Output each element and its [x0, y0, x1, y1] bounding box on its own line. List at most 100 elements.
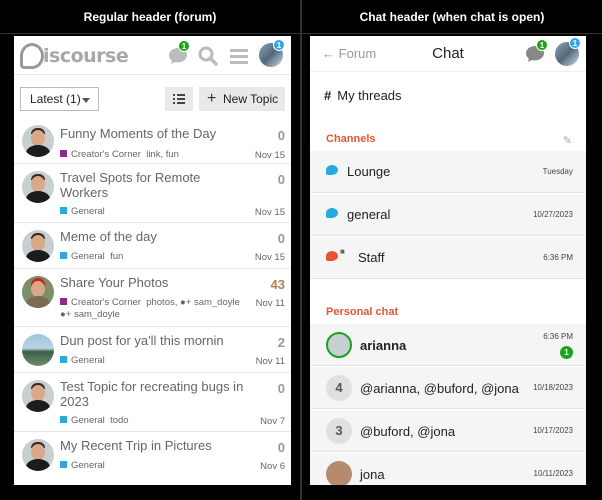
bulk-select-button[interactable]	[165, 87, 193, 111]
topic-tags[interactable]: todo	[110, 415, 129, 426]
topic-category[interactable]: General	[71, 251, 105, 262]
topic-meta: Creator's Corner photos, ●+ sam_doyle ●+…	[60, 297, 240, 321]
group-icon: ●+	[180, 297, 192, 308]
chat-panel: ← Forum Chat 1 1 # My threads Channels ✎ …	[310, 36, 586, 485]
dm-name: @arianna, @buford, @jona	[360, 381, 519, 396]
topic-list: Funny Moments of the Day 0 Creator's Cor…	[14, 118, 291, 482]
channel-date: 6:36 PM	[543, 253, 573, 262]
category-square-icon	[60, 461, 67, 468]
topic-tags[interactable]: link, fun	[146, 149, 179, 160]
topic-date: Nov 11	[255, 356, 285, 367]
list-icon	[173, 94, 185, 104]
topic-reply-count: 0	[277, 172, 285, 187]
channel-name: general	[347, 207, 391, 222]
category-square-icon	[60, 416, 67, 423]
category-square-icon	[60, 252, 67, 259]
topic-avatar[interactable]	[22, 125, 54, 157]
topic-tags[interactable]: fun	[110, 251, 123, 262]
latest-label: Latest (1)	[30, 92, 81, 106]
channel-row[interactable]: Lounge Tuesday	[310, 151, 586, 193]
topic-category[interactable]: General	[71, 206, 105, 217]
dm-unread-badge: 1	[560, 346, 573, 359]
topic-row[interactable]: Funny Moments of the Day 0 Creator's Cor…	[14, 118, 291, 164]
topic-avatar[interactable]	[22, 276, 54, 308]
dm-row[interactable]: jona 10/11/2023	[310, 453, 586, 485]
group-count-icon: 3	[326, 418, 352, 444]
dm-row[interactable]: arianna 6:36 PM 1	[310, 324, 586, 366]
lock-icon: ■	[340, 247, 345, 256]
topic-reply-count: 2	[277, 335, 285, 350]
topic-reply-count: 0	[277, 231, 285, 246]
topic-title[interactable]: Funny Moments of the Day	[60, 126, 250, 141]
topic-title[interactable]: My Recent Trip in Pictures	[60, 438, 250, 453]
channel-name: Staff	[358, 250, 385, 265]
channel-row[interactable]: ■ Staff 6:36 PM	[310, 237, 586, 279]
topic-row[interactable]: Share Your Photos 43 Creator's Corner ph…	[14, 269, 291, 327]
topic-category[interactable]: General	[71, 355, 105, 366]
channel-name: Lounge	[347, 164, 391, 179]
topic-avatar[interactable]	[22, 380, 54, 412]
threads-icon: #	[324, 88, 332, 103]
topic-row[interactable]: Dun post for ya'll this mornin 2 General…	[14, 327, 291, 373]
topic-row[interactable]: Travel Spots for Remote Workers 0 Genera…	[14, 164, 291, 223]
topic-participant[interactable]: sam_doyle	[74, 309, 120, 320]
topic-row[interactable]: My Recent Trip in Pictures 0 General Nov…	[14, 432, 291, 482]
topic-title[interactable]: Travel Spots for Remote Workers	[60, 170, 250, 200]
topic-avatar[interactable]	[22, 171, 54, 203]
logo-d-icon	[20, 43, 44, 69]
search-icon[interactable]	[197, 45, 219, 67]
topic-meta: General	[60, 355, 240, 367]
topic-avatar[interactable]	[22, 334, 54, 366]
topic-title[interactable]: Share Your Photos	[60, 275, 250, 290]
topic-tags[interactable]: photos,	[146, 297, 177, 308]
dm-date: 10/17/2023	[532, 426, 573, 435]
caret-down-icon	[82, 98, 90, 103]
chat-badge: 1	[536, 39, 548, 51]
topic-category[interactable]: General	[71, 415, 105, 426]
category-square-icon	[60, 356, 67, 363]
topic-avatar[interactable]	[22, 439, 54, 471]
channel-bubble-icon	[326, 208, 338, 218]
chat-badge: 1	[178, 40, 190, 52]
channels-heading: Channels	[326, 133, 376, 145]
topic-row[interactable]: Test Topic for recreating bugs in 2023 0…	[14, 373, 291, 432]
topic-category[interactable]: Creator's Corner	[71, 149, 141, 160]
topic-title[interactable]: Dun post for ya'll this mornin	[60, 333, 250, 348]
logo-text: iscourse	[43, 45, 129, 67]
topic-date: Nov 6	[260, 461, 285, 472]
plus-icon: +	[207, 90, 217, 107]
dm-date: 10/18/2023	[532, 383, 573, 392]
new-topic-button[interactable]: + New Topic	[199, 87, 285, 111]
group-count-icon: 4	[326, 375, 352, 401]
topic-date: Nov 15	[254, 150, 285, 161]
topic-category[interactable]: General	[71, 460, 105, 471]
channel-date: Tuesday	[542, 167, 573, 176]
dm-row[interactable]: 4 @arianna, @buford, @jona 10/18/2023	[310, 367, 586, 409]
category-square-icon	[60, 298, 67, 305]
topic-meta: Creator's Corner link, fun	[60, 149, 240, 161]
personal-chat-heading: Personal chat	[326, 306, 399, 318]
latest-dropdown[interactable]: Latest (1)	[20, 87, 99, 111]
pencil-icon[interactable]: ✎	[563, 134, 572, 147]
dm-name: jona	[360, 467, 385, 482]
topic-title[interactable]: Test Topic for recreating bugs in 2023	[60, 379, 250, 409]
channel-row[interactable]: general 10/27/2023	[310, 194, 586, 236]
left-column-title: Regular header (forum)	[83, 10, 217, 24]
dm-row[interactable]: 3 @buford, @jona 10/17/2023	[310, 410, 586, 452]
group-icon: ●+	[60, 309, 72, 320]
topic-participant[interactable]: sam_doyle	[194, 297, 240, 308]
category-square-icon	[60, 150, 67, 157]
hamburger-menu-icon[interactable]	[228, 45, 250, 67]
topic-reply-count: 0	[277, 440, 285, 455]
topic-title[interactable]: Meme of the day	[60, 229, 250, 244]
topic-row[interactable]: Meme of the day 0 General fun Nov 15	[14, 223, 291, 269]
chat-header: ← Forum Chat 1 1	[310, 36, 586, 72]
topic-meta: General	[60, 460, 240, 472]
my-threads-link[interactable]: # My threads	[324, 88, 402, 103]
new-topic-label: New Topic	[223, 92, 279, 106]
category-square-icon	[60, 207, 67, 214]
topic-meta: General todo	[60, 415, 240, 427]
topic-avatar[interactable]	[22, 230, 54, 262]
topic-category[interactable]: Creator's Corner	[71, 297, 141, 308]
discourse-logo[interactable]: iscourse	[20, 41, 129, 71]
